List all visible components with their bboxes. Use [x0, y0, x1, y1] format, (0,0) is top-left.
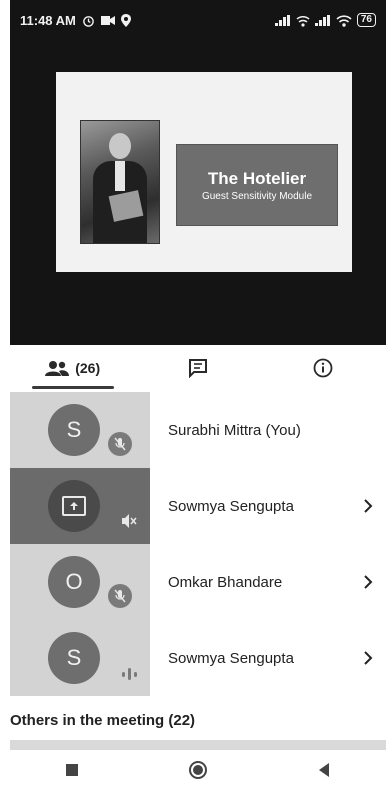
tab-people[interactable]: (26): [10, 345, 135, 391]
people-count: (26): [75, 360, 101, 376]
participant-name: Sowmya Sengupta: [168, 649, 294, 667]
slide-subtitle: Guest Sensitivity Module: [201, 190, 313, 202]
participant-name: Omkar Bhandare: [168, 573, 283, 591]
recents-icon[interactable]: [65, 763, 79, 777]
avatar: S: [48, 632, 100, 684]
others-list-preview: [10, 740, 386, 750]
alarm-icon: [83, 15, 94, 27]
tab-chat[interactable]: [135, 345, 260, 391]
location-icon: [120, 13, 131, 27]
presentation-slide: The Hotelier Guest Sensitivity Module: [56, 72, 352, 272]
wifi-icon: [336, 14, 352, 27]
video-record-icon: [100, 15, 115, 25]
panel-tabs: (26): [10, 345, 386, 391]
chevron-right-icon[interactable]: [358, 651, 378, 665]
screen-share-icon: [62, 496, 86, 516]
chevron-right-icon[interactable]: [358, 499, 378, 513]
chat-icon: [188, 359, 207, 378]
participant-row[interactable]: S Surabhi Mittra (You): [10, 392, 386, 468]
mic-off-icon: [108, 584, 132, 608]
status-time: 11:48 AM: [20, 12, 76, 28]
slide-title-box: The Hotelier Guest Sensitivity Module: [176, 144, 338, 226]
status-bar: 11:48 AM 76: [10, 0, 386, 40]
avatar: S: [48, 404, 100, 456]
presenter-photo: [80, 120, 160, 244]
signal-icon-2: [296, 15, 310, 27]
speaker-off-icon: [122, 514, 137, 528]
avatar: O: [48, 556, 100, 608]
people-icon: [45, 361, 70, 376]
others-in-meeting-heading: Others in the meeting (22): [10, 712, 196, 729]
video-area[interactable]: 11:48 AM 76 The Hotelier Guest Sensitivi…: [10, 0, 386, 345]
participant-name: Surabhi Mittra (You): [168, 421, 301, 439]
participant-row[interactable]: O Omkar Bhandare: [10, 544, 386, 620]
signal-icon-3: [314, 14, 330, 26]
chevron-right-icon[interactable]: [358, 575, 378, 589]
home-icon[interactable]: [188, 760, 208, 780]
system-nav-bar: [10, 752, 386, 787]
battery-icon: 76: [356, 13, 376, 27]
info-icon: [313, 358, 333, 378]
participant-list: S Surabhi Mittra (You) Sowmya Sengupta O…: [10, 392, 386, 696]
tab-info[interactable]: [261, 345, 386, 391]
participant-name: Sowmya Sengupta: [168, 497, 294, 515]
participant-row[interactable]: Sowmya Sengupta: [10, 468, 386, 544]
back-icon[interactable]: [317, 762, 331, 778]
slide-title: The Hotelier: [207, 168, 307, 188]
signal-icon: [274, 14, 290, 26]
participant-row[interactable]: S Sowmya Sengupta: [10, 620, 386, 696]
mic-off-icon: [108, 432, 132, 456]
speaking-indicator-icon: [122, 668, 137, 680]
screen-share-avatar: [48, 480, 100, 532]
